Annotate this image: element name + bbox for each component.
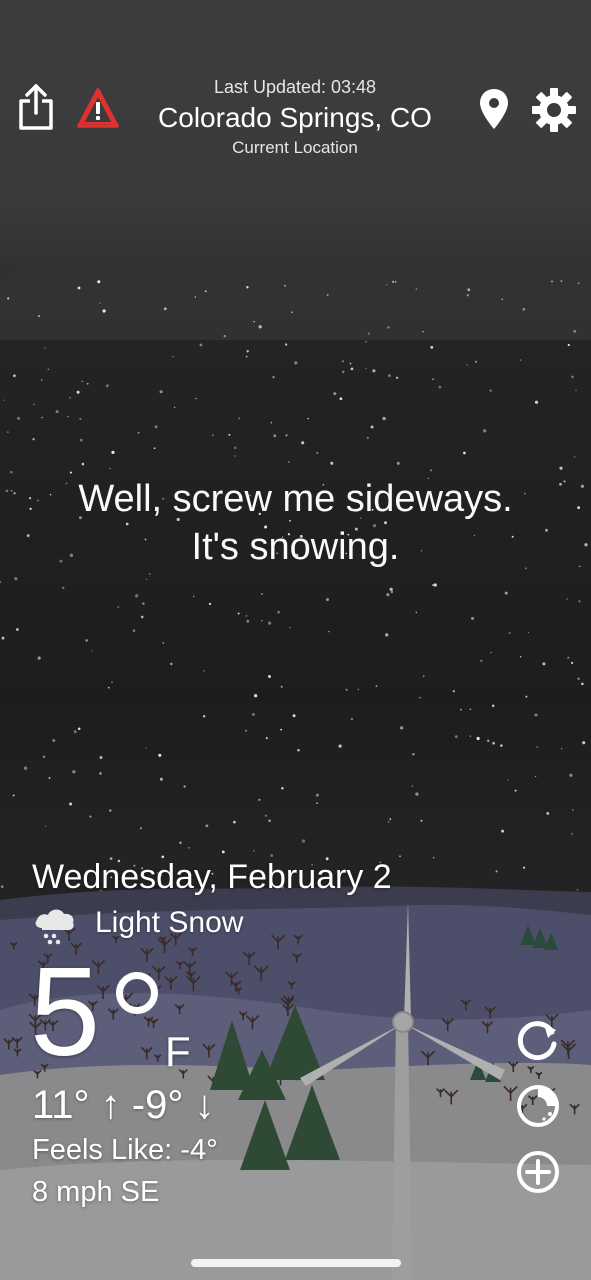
condition-label: Light Snow: [95, 906, 244, 939]
wind-speed: 8 mph SE: [32, 1176, 160, 1208]
settings-button[interactable]: [530, 86, 578, 134]
city-name[interactable]: Colorado Springs, CO: [120, 102, 470, 134]
gear-icon: [532, 88, 576, 132]
current-temperature: 5: [30, 941, 101, 1082]
snowfall: [0, 280, 588, 900]
quote-line-1: Well, screw me sideways.: [78, 478, 513, 520]
high-low-temperature: 11° ↑ -9° ↓: [32, 1083, 215, 1127]
share-button[interactable]: [16, 82, 56, 132]
location-button[interactable]: [476, 86, 512, 132]
add-icon: [517, 1151, 559, 1193]
forecast-date: Wednesday, February 2: [32, 858, 392, 896]
feels-like-temperature: Feels Like: -4°: [32, 1134, 218, 1166]
degree-symbol: [116, 972, 158, 1014]
weather-app: Last Updated: 03:48 Colorado Springs, CO…: [0, 0, 591, 1280]
radar-icon: [517, 1085, 559, 1127]
refresh-button[interactable]: [514, 1016, 562, 1064]
home-indicator[interactable]: [191, 1259, 401, 1267]
add-location-button[interactable]: [514, 1148, 562, 1196]
refresh-icon: [517, 1021, 557, 1061]
location-pin-icon: [480, 89, 508, 129]
last-updated-label: Last Updated: 03:48: [213, 77, 377, 97]
temperature-unit: F: [165, 1028, 191, 1075]
alert-triangle-icon: [77, 88, 119, 128]
share-icon: [19, 84, 53, 130]
snarky-forecast-text: Well, screw me sideways. It's snowing.: [20, 475, 571, 571]
radar-button[interactable]: [514, 1082, 562, 1130]
location-type-label: Current Location: [232, 138, 358, 157]
weather-alert-button[interactable]: [76, 85, 120, 131]
quote-line-2: It's snowing.: [191, 526, 400, 568]
